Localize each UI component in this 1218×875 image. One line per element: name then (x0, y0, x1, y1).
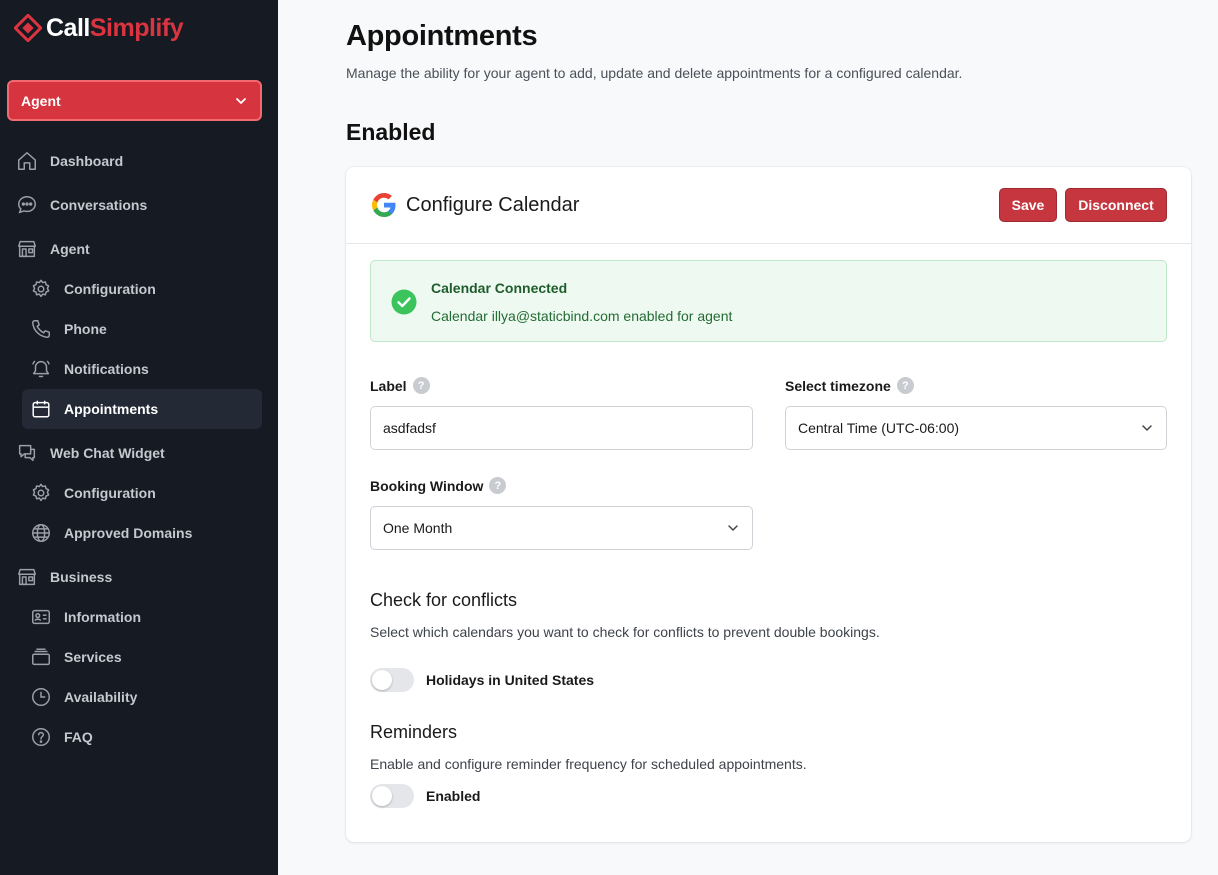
label-input-value: asdfadsf (383, 420, 436, 436)
globe-icon (32, 524, 50, 542)
holidays-toggle[interactable] (370, 668, 414, 692)
chat-widget-icon (18, 444, 36, 462)
brand-name: CallSimplify (46, 13, 184, 43)
sidebar-item-phone[interactable]: Phone (22, 309, 262, 349)
sidebar-item-label: Notifications (64, 361, 149, 377)
calendar-connected-alert: Calendar Connected Calendar illya@static… (370, 260, 1167, 342)
holidays-toggle-row: Holidays in United States (370, 668, 594, 692)
reminders-toggle-label: Enabled (426, 788, 481, 804)
sidebar-item-label: Phone (64, 321, 107, 337)
disconnect-button[interactable]: Disconnect (1065, 188, 1167, 222)
booking-window-select-value: One Month (383, 520, 453, 536)
question-circle-icon (32, 728, 50, 746)
booking-window-label-text: Booking Window (370, 477, 484, 494)
sidebar-item-label: Agent (50, 241, 90, 257)
section-title: Enabled (346, 119, 436, 145)
bell-icon (32, 360, 50, 378)
card-title: Configure Calendar (406, 194, 580, 216)
sidebar: CallSimplify Agent Dashboard Conversatio… (0, 0, 278, 875)
sidebar-item-label: Conversations (50, 197, 148, 213)
sidebar-item-label: FAQ (64, 729, 93, 745)
alert-title: Calendar Connected (431, 280, 568, 296)
chat-bubble-icon (18, 196, 36, 214)
sidebar-item-label: Business (50, 569, 113, 585)
chevron-down-icon (728, 525, 738, 531)
sidebar-item-dashboard[interactable]: Dashboard (14, 141, 262, 181)
help-icon[interactable]: ? (896, 377, 914, 394)
check-circle-icon (391, 289, 417, 315)
sidebar-item-label: Approved Domains (64, 525, 193, 541)
reminders-description: Enable and configure reminder frequency … (370, 756, 807, 772)
sidebar-item-services[interactable]: Services (22, 637, 262, 677)
sidebar-item-notifications[interactable]: Notifications (22, 349, 262, 389)
sidebar-item-approved-domains[interactable]: Approved Domains (22, 513, 262, 553)
chevron-down-icon (236, 97, 246, 104)
sidebar-item-label: Configuration (64, 281, 156, 297)
phone-icon (32, 320, 50, 338)
alert-text: Calendar illya@staticbind.com enabled fo… (431, 308, 733, 324)
sidebar-item-availability[interactable]: Availability (22, 677, 262, 717)
timezone-select-value: Central Time (UTC-06:00) (798, 420, 960, 436)
help-icon[interactable]: ? (412, 377, 430, 394)
sidebar-item-conversations[interactable]: Conversations (14, 185, 262, 225)
sidebar-item-label: Availability (64, 689, 138, 705)
sidebar-item-business[interactable]: Business (14, 557, 262, 597)
sidebar-item-agent-configuration[interactable]: Configuration (22, 269, 262, 309)
booking-window-field-label: Booking Window ? (370, 477, 507, 494)
label-input[interactable]: asdfadsf (370, 406, 753, 450)
storefront-icon (18, 240, 36, 258)
timezone-field-label: Select timezone ? (785, 377, 914, 394)
help-icon[interactable]: ? (489, 477, 507, 494)
id-card-icon (32, 609, 50, 625)
sidebar-item-faq[interactable]: FAQ (22, 717, 262, 757)
agent-select[interactable]: Agent (7, 80, 262, 121)
sidebar-item-label: Information (64, 609, 141, 625)
stack-icon (32, 648, 50, 666)
conflicts-description: Select which calendars you want to check… (370, 624, 880, 640)
gear-icon (32, 483, 50, 502)
sidebar-item-label: Appointments (64, 401, 159, 417)
label-field-label: Label ? (370, 377, 430, 394)
brand-name-part2: Simplify (89, 13, 184, 42)
sidebar-item-label: Web Chat Widget (50, 445, 165, 461)
google-logo-icon (372, 193, 396, 217)
sidebar-item-appointments[interactable]: Appointments (22, 389, 262, 429)
conflicts-title: Check for conflicts (370, 590, 518, 610)
clock-icon (32, 688, 50, 706)
chevron-down-icon (1142, 425, 1152, 431)
holidays-toggle-label: Holidays in United States (426, 672, 595, 688)
sidebar-item-agent[interactable]: Agent (14, 229, 262, 269)
card-header: Configure Calendar Save Disconnect (346, 167, 1191, 244)
reminders-title: Reminders (370, 722, 458, 742)
sidebar-item-information[interactable]: Information (22, 597, 262, 637)
sidebar-item-label: Configuration (64, 485, 156, 501)
label-field-label-text: Label (370, 377, 407, 394)
gear-icon (32, 279, 50, 298)
page-subtitle: Manage the ability for your agent to add… (346, 65, 963, 81)
timezone-select[interactable]: Central Time (UTC-06:00) (785, 406, 1167, 450)
calendar-icon (32, 400, 50, 418)
agent-select-value: Agent (21, 92, 61, 109)
brand-name-part1: Call (46, 13, 90, 42)
sidebar-item-web-chat-widget[interactable]: Web Chat Widget (14, 433, 262, 473)
reminders-toggle[interactable] (370, 784, 414, 808)
booking-window-select[interactable]: One Month (370, 506, 753, 550)
save-button[interactable]: Save (999, 188, 1057, 222)
sidebar-item-widget-configuration[interactable]: Configuration (22, 473, 262, 513)
sidebar-item-label: Services (64, 649, 122, 665)
storefront-icon (18, 568, 36, 586)
diamond-logo-icon (14, 14, 42, 42)
timezone-field-label-text: Select timezone (785, 377, 891, 394)
page-title: Appointments (346, 20, 538, 52)
home-icon (18, 152, 36, 170)
brand-logo[interactable]: CallSimplify (14, 12, 184, 44)
sidebar-item-label: Dashboard (50, 153, 124, 169)
reminders-toggle-row: Enabled (370, 784, 480, 808)
calendar-config-card: Configure Calendar Save Disconnect Calen… (346, 167, 1191, 842)
